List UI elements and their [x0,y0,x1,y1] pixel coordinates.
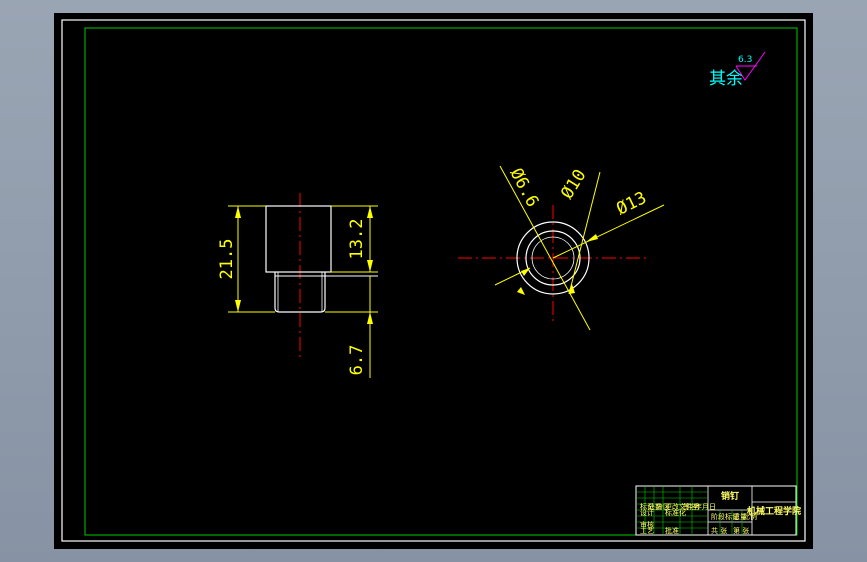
svg-text:年月日: 年月日 [695,502,716,511]
cad-viewport[interactable]: 其余 6.3 21.5 13.2 6.7 Ø13 Ø10 Ø6.6 销钉 机械工… [0,0,867,562]
svg-text:第 张: 第 张 [733,526,749,535]
svg-text:共 张: 共 张 [711,526,727,535]
dim-label-upper: 13.2 [347,219,367,260]
svg-text:标准化: 标准化 [665,508,686,517]
svg-text:设计: 设计 [640,508,654,517]
roughness-value: 6.3 [738,55,752,65]
part-name: 销钉 [721,490,739,502]
dim-label-lower: 6.7 [347,345,367,376]
roughness-prefix: 其余 [709,69,743,89]
svg-text:批准: 批准 [665,526,679,535]
svg-text:工艺: 工艺 [640,527,654,535]
dim-label-total: 21.5 [217,239,237,280]
cad-drawing: 其余 6.3 21.5 13.2 6.7 Ø13 Ø10 Ø6.6 销钉 机械工… [54,13,813,549]
drawing-sheet [54,13,813,549]
svg-text:比例: 比例 [743,512,757,521]
